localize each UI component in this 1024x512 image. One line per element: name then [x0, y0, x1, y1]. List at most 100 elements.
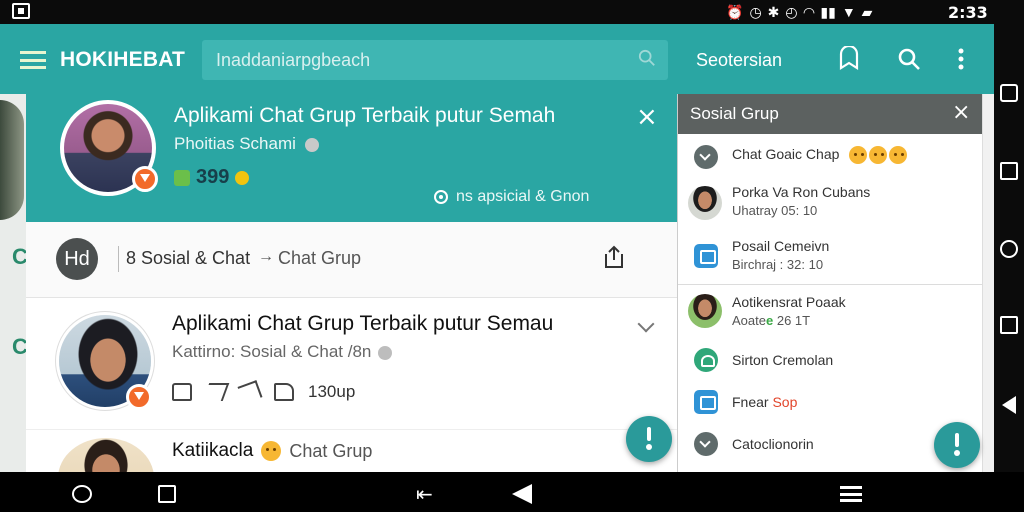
search-button-icon[interactable]	[896, 46, 922, 72]
side-item[interactable]: Chat Goaic Chap	[678, 134, 982, 176]
coin-icon	[304, 137, 319, 152]
menu-icon[interactable]	[840, 486, 862, 502]
post2-name[interactable]: Katiikacla	[172, 440, 253, 462]
close-icon[interactable]: ×	[952, 100, 970, 125]
side-item[interactable]: Aotikensrat Poaak Aoatee 26 1T	[678, 290, 982, 342]
side-panel: Sosial Grup × Chat Goaic Chap Porka Va R…	[677, 94, 982, 472]
side-item-title: Fnear Sop	[732, 394, 797, 410]
emoji-row	[849, 146, 908, 165]
search-input[interactable]	[216, 48, 616, 72]
reply-icon[interactable]	[237, 380, 263, 404]
chevron-down-icon[interactable]	[637, 315, 655, 333]
back-icon[interactable]	[512, 484, 532, 504]
background-panel-edge: C C	[0, 94, 28, 472]
neutral-emoji-icon	[869, 146, 888, 165]
side-item-title: Chat Goaic Chap	[732, 146, 908, 165]
status-bar: ⏰ ◷ ✱ ◴ ◠ ▮▮ ▼ ▰ 2:33	[0, 0, 1024, 24]
post2-header: Katiikacla Chat Grup	[172, 440, 372, 462]
side-item-sub: Aoatee 26 1T	[732, 313, 810, 328]
side-item-title: Catoclionorin	[732, 436, 814, 452]
breadcrumb: Hd 8 Sosial & Chat → Chat Grup	[26, 222, 677, 298]
post2-group[interactable]: Chat Grup	[289, 441, 372, 462]
side-item-sub: Birchraj : 32: 10	[732, 257, 824, 272]
post-card-2[interactable]: Katiikacla Chat Grup	[26, 430, 677, 472]
smile-emoji-icon	[261, 441, 282, 461]
bluetooth-icon: ✱	[767, 3, 780, 20]
coin-icon-2	[235, 170, 250, 185]
breadcrumb-arrow-icon: →	[258, 248, 274, 265]
side-item[interactable]: Sirton Cremolan	[678, 344, 982, 384]
avatar	[688, 294, 722, 328]
group-avatar[interactable]: Hd	[56, 238, 98, 280]
cast-icon[interactable]: ⇤	[416, 482, 433, 507]
side-item[interactable]: Fnear Sop	[678, 386, 982, 426]
search-bar[interactable]	[202, 40, 668, 80]
chevron-down-icon	[694, 432, 718, 456]
status-icons: ⏰ ◷ ✱ ◴ ◠ ▮▮ ▼ ▰	[726, 2, 872, 22]
calendar-icon	[694, 244, 718, 268]
hero-header: Aplikami Chat Grup Terbaik putur Semah P…	[26, 94, 677, 222]
like-icon[interactable]	[172, 383, 192, 401]
clock-icon: ◴	[785, 3, 798, 20]
side-item-sub-text: Aoate	[732, 313, 766, 328]
recent-apps-icon[interactable]	[158, 485, 176, 503]
more-vert-icon[interactable]	[954, 46, 968, 72]
app-brand: HOKIHEBAT	[60, 48, 186, 71]
side-item-title: Sirton Cremolan	[732, 352, 834, 368]
search-icon[interactable]	[638, 49, 656, 67]
share-icon[interactable]	[602, 244, 626, 270]
side-item-title: Posail Cemeivn	[732, 238, 830, 254]
bookmark-icon[interactable]	[836, 46, 862, 72]
fab-button-side[interactable]	[934, 422, 980, 468]
side-item-label: Fnear	[732, 394, 769, 410]
hero-title: Aplikami Chat Grup Terbaik putur Semah	[174, 104, 556, 127]
post-avatar-2[interactable]	[58, 438, 154, 472]
side-panel-header: Sosial Grup ×	[678, 94, 982, 134]
chat-icon	[694, 348, 718, 372]
hero-subtitle: Phoitias Schami	[174, 134, 319, 154]
location-pin-icon	[434, 190, 448, 204]
hero-stat-value: 399	[196, 166, 230, 188]
home-icon[interactable]	[1000, 240, 1018, 258]
side-item-accent: Sop	[772, 394, 798, 410]
post-card[interactable]: Aplikami Chat Grup Terbaik putur Semau K…	[26, 298, 677, 430]
side-item-sub: Uhatray 05: 10	[732, 203, 818, 218]
hero-avatar[interactable]	[60, 100, 158, 196]
breadcrumb-current[interactable]: Chat Grup	[278, 248, 361, 269]
home-icon[interactable]	[72, 485, 92, 503]
post-actions: 130up	[172, 380, 355, 404]
breadcrumb-category[interactable]: 8 Sosial & Chat	[126, 248, 250, 269]
menu-icon[interactable]	[20, 51, 46, 69]
side-item-title: Aotikensrat Poaak	[732, 294, 846, 310]
coin-icon	[378, 345, 393, 360]
side-item[interactable]: Porka Va Ron Cubans Uhatray 05: 10	[678, 178, 982, 230]
smile-emoji-icon	[849, 146, 868, 165]
recent-apps-icon[interactable]	[1000, 162, 1018, 180]
signal-icon: ▮▮	[820, 3, 836, 20]
fab-button[interactable]	[626, 416, 672, 462]
thumbs-up-icon[interactable]	[274, 383, 294, 401]
square-icon[interactable]	[1000, 84, 1018, 102]
forward-icon[interactable]	[202, 383, 230, 401]
appbar-link[interactable]: Seotersian	[696, 50, 782, 71]
back-icon[interactable]	[1002, 396, 1016, 414]
timer-icon: ◷	[749, 3, 762, 20]
post-subtitle: Kattirno: Sosial & Chat /8n	[172, 342, 393, 362]
side-item-sub-accent: e	[765, 313, 774, 328]
alarm-icon: ⏰	[726, 3, 744, 20]
post-subtitle-text: Kattirno: Sosial & Chat /8n	[172, 342, 372, 361]
hero-location: ns apsicial & Gnon	[434, 188, 589, 206]
status-time: 2:33	[948, 3, 988, 22]
split-screen-icon[interactable]	[1000, 316, 1018, 334]
check-badge-icon	[174, 169, 190, 186]
main-panel: Aplikami Chat Grup Terbaik putur Semah P…	[26, 94, 677, 472]
fire-badge-icon	[126, 384, 152, 410]
scrollbar[interactable]	[982, 94, 994, 472]
close-icon[interactable]: ×	[636, 102, 658, 132]
hero-location-text: ns apsicial & Gnon	[456, 188, 590, 205]
battery-icon: ▰	[861, 3, 873, 20]
divider	[118, 246, 119, 272]
side-item[interactable]: Posail Cemeivn Birchraj : 32: 10	[678, 232, 982, 284]
post-title[interactable]: Aplikami Chat Grup Terbaik putur Semau	[172, 312, 553, 336]
side-item-sub-tail: 26 1T	[776, 313, 811, 328]
